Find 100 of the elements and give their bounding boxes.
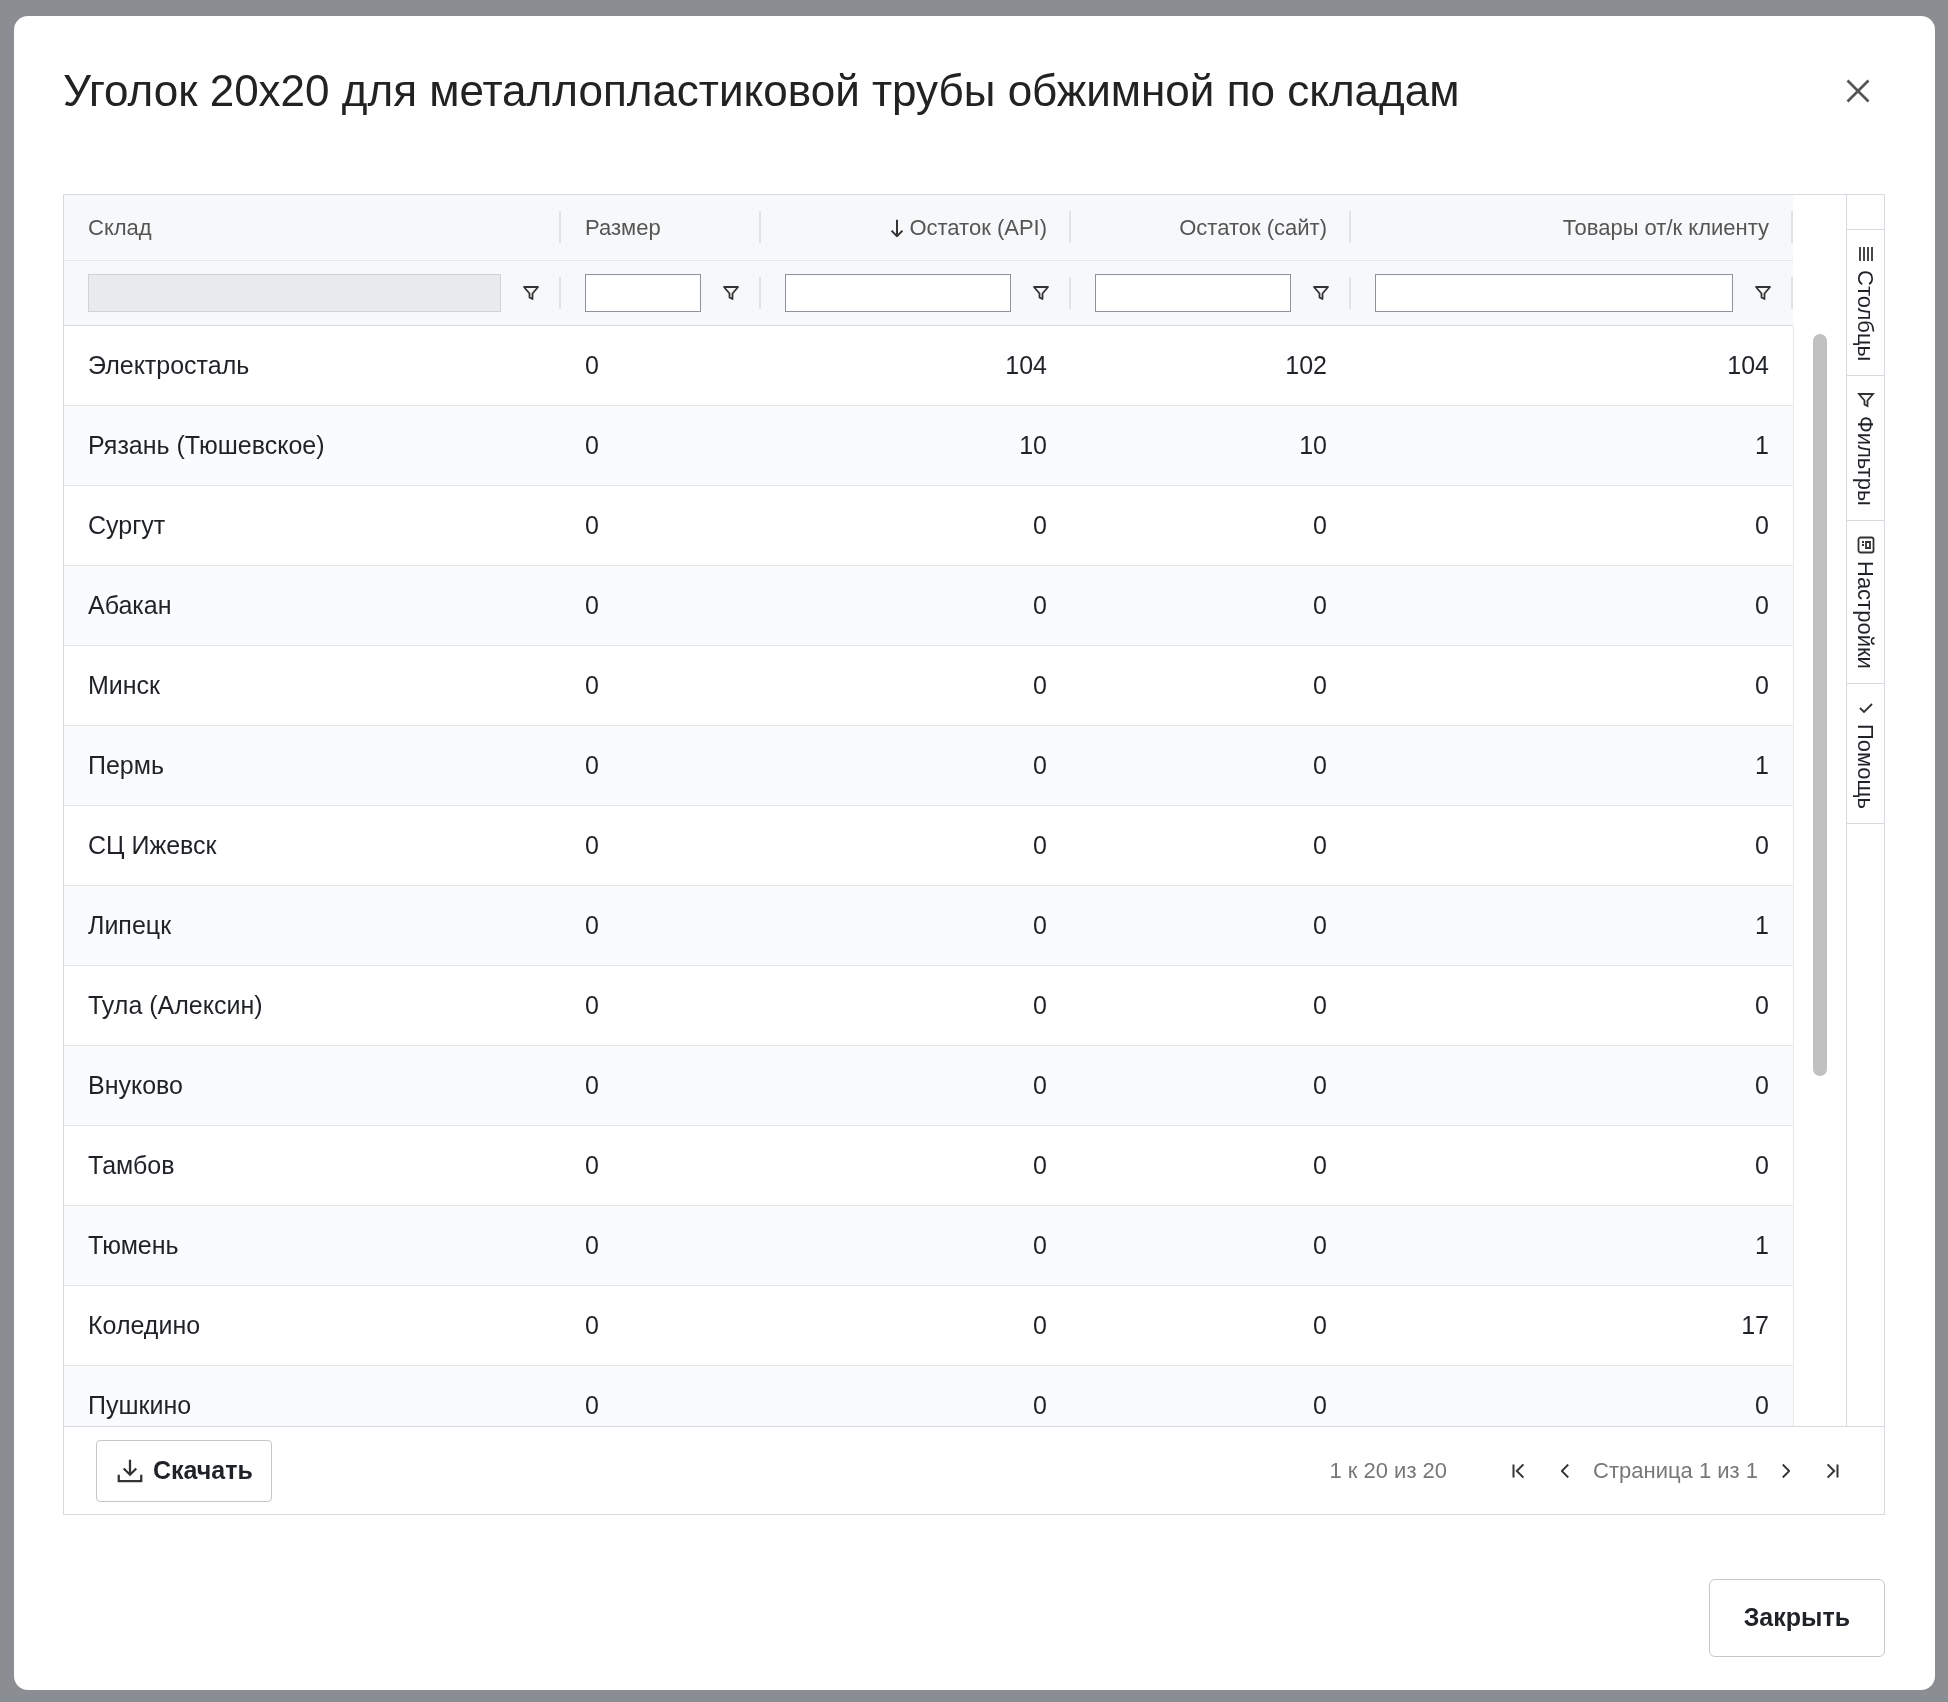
table-cell-text: 0	[1033, 1149, 1047, 1181]
table-cell-text: 104	[1005, 349, 1047, 381]
table-row[interactable]: Пушкино 0 0 0 0	[64, 1366, 1793, 1426]
table-cell-text: 0	[1755, 1069, 1769, 1101]
table-cell-text: Тамбов	[88, 1149, 175, 1181]
table-row[interactable]: Внуково 0 0 0 0	[64, 1046, 1793, 1126]
table-row[interactable]: Рязань (Тюшевское) 0 10 10 1	[64, 406, 1793, 486]
table-cell-text: Тула (Алексин)	[88, 989, 263, 1021]
filter-icon[interactable]	[721, 283, 741, 303]
scrollbar-thumb[interactable]	[1813, 334, 1827, 1076]
table-cell-text: 1	[1755, 749, 1769, 781]
table-cell-text: Пушкино	[88, 1389, 192, 1421]
table-cell-text: 0	[1313, 909, 1327, 941]
column-header[interactable]: Склад	[64, 195, 561, 260]
settings-icon	[1855, 535, 1876, 556]
side-panel-tab[interactable]: Фильтры	[1847, 375, 1884, 522]
table-cell-text: 0	[1313, 1149, 1327, 1181]
table-cell-text: Тюмень	[88, 1229, 179, 1261]
table-row[interactable]: Тюмень 0 0 0 1	[64, 1206, 1793, 1286]
table-cell-text: 0	[585, 1229, 599, 1261]
table-cell-text: 0	[585, 1149, 599, 1181]
table-cell-text: 0	[1313, 589, 1327, 621]
table-cell-text: Сургут	[88, 509, 166, 541]
column-header[interactable]: Остаток (API)	[761, 195, 1071, 260]
table-cell-text: 1	[1755, 909, 1769, 941]
table-cell-text: 0	[1033, 749, 1047, 781]
table-cell-text: 0	[1755, 509, 1769, 541]
table-cell-text: 17	[1741, 1309, 1769, 1341]
download-button[interactable]: Скачать	[96, 1439, 272, 1502]
table-cell-text: 0	[1033, 589, 1047, 621]
table-cell-text: 1	[1755, 1229, 1769, 1261]
close-dialog-button[interactable]: Закрыть	[1708, 1579, 1885, 1657]
table-cell-text: 0	[1033, 669, 1047, 701]
side-panel-tab[interactable]: Столбцы	[1847, 229, 1884, 377]
table-cell-text: СЦ Ижевск	[88, 829, 217, 861]
table-cell-text: 0	[585, 669, 599, 701]
table-cell-text: 0	[585, 1309, 599, 1341]
table-cell-text: 0	[1033, 1069, 1047, 1101]
filter-icon[interactable]	[1031, 283, 1051, 303]
table-row[interactable]: Пермь 0 0 0 1	[64, 726, 1793, 806]
table-cell-text: Пермь	[88, 749, 164, 781]
table-cell-text: 0	[1313, 669, 1327, 701]
table-cell-text: 1	[1755, 429, 1769, 461]
table-cell-text: 0	[1033, 1389, 1047, 1421]
table-cell-text: Минск	[88, 669, 161, 701]
filter-icon[interactable]	[521, 283, 541, 303]
table-row[interactable]: Абакан 0 0 0 0	[64, 566, 1793, 646]
table-cell-text: 0	[1755, 989, 1769, 1021]
table-cell-text: 0	[1755, 829, 1769, 861]
table-cell-text: 10	[1299, 429, 1327, 461]
table-row[interactable]: Липецк 0 0 0 1	[64, 886, 1793, 966]
column-header[interactable]: Остаток (сайт)	[1071, 195, 1351, 260]
table-cell-text: 0	[585, 1069, 599, 1101]
table-cell-text: 0	[1755, 589, 1769, 621]
table-cell-text: 0	[1033, 829, 1047, 861]
table-cell-text: 0	[585, 829, 599, 861]
table-cell-text: 10	[1019, 429, 1047, 461]
table-cell-text: Внуково	[88, 1069, 183, 1101]
table-cell-text: 0	[585, 749, 599, 781]
table-cell-text: 0	[1313, 1309, 1327, 1341]
column-header[interactable]: Размер	[561, 195, 761, 260]
row-range: 1 к 20 из 20	[1329, 1457, 1448, 1485]
table-cell-text: 0	[1033, 909, 1047, 941]
chevron-left-icon	[1561, 1463, 1570, 1478]
page-indicator: Страница 1 из 1	[1593, 1457, 1758, 1485]
filter-input[interactable]	[785, 274, 1011, 312]
chevron-right-icon	[1782, 1463, 1790, 1478]
filter-input[interactable]	[1375, 274, 1733, 312]
table-cell-text: 0	[1755, 1389, 1769, 1421]
dialog-title: Уголок 20x20 для металлопластиковой трубы обжимной по складам	[63, 65, 1460, 117]
table-cell-text: 0	[1755, 669, 1769, 701]
table-cell-text: Липецк	[88, 909, 172, 941]
table-cell-text: 0	[1313, 989, 1327, 1021]
filter-icon[interactable]	[1753, 283, 1773, 303]
table-cell-text: 104	[1727, 349, 1769, 381]
table-cell-text: Коледино	[88, 1309, 201, 1341]
side-panel-tab[interactable]: Помощь	[1847, 682, 1884, 824]
table-cell-text: Электросталь	[88, 349, 250, 381]
table-cell-text: 0	[1033, 509, 1047, 541]
table-cell-text: 0	[1033, 1309, 1047, 1341]
table-cell-text: 0	[1313, 509, 1327, 541]
table-cell-text: 0	[585, 989, 599, 1021]
table-cell-text: 0	[1313, 1229, 1327, 1261]
side-panel-tab[interactable]: Настройки	[1847, 520, 1884, 684]
table-cell-text: 0	[585, 509, 599, 541]
table-cell-text: 0	[585, 909, 599, 941]
table-cell-text: 0	[1755, 1149, 1769, 1181]
filter-input[interactable]	[585, 274, 701, 312]
table-cell-text: 102	[1285, 349, 1327, 381]
filter-input[interactable]	[1095, 274, 1291, 312]
table-cell-text: 0	[585, 1389, 599, 1421]
table-cell-text: 0	[585, 429, 599, 461]
filter-icon[interactable]	[1311, 283, 1331, 303]
table-cell-text: 0	[1313, 749, 1327, 781]
table-cell-text: 0	[1033, 1229, 1047, 1261]
table-cell-text: 0	[1313, 1069, 1327, 1101]
sort-down-icon	[891, 218, 904, 237]
table-cell-text: 0	[1313, 1389, 1327, 1421]
column-header[interactable]: Товары от/к клиенту	[1351, 195, 1793, 260]
table-cell-text: 0	[585, 589, 599, 621]
